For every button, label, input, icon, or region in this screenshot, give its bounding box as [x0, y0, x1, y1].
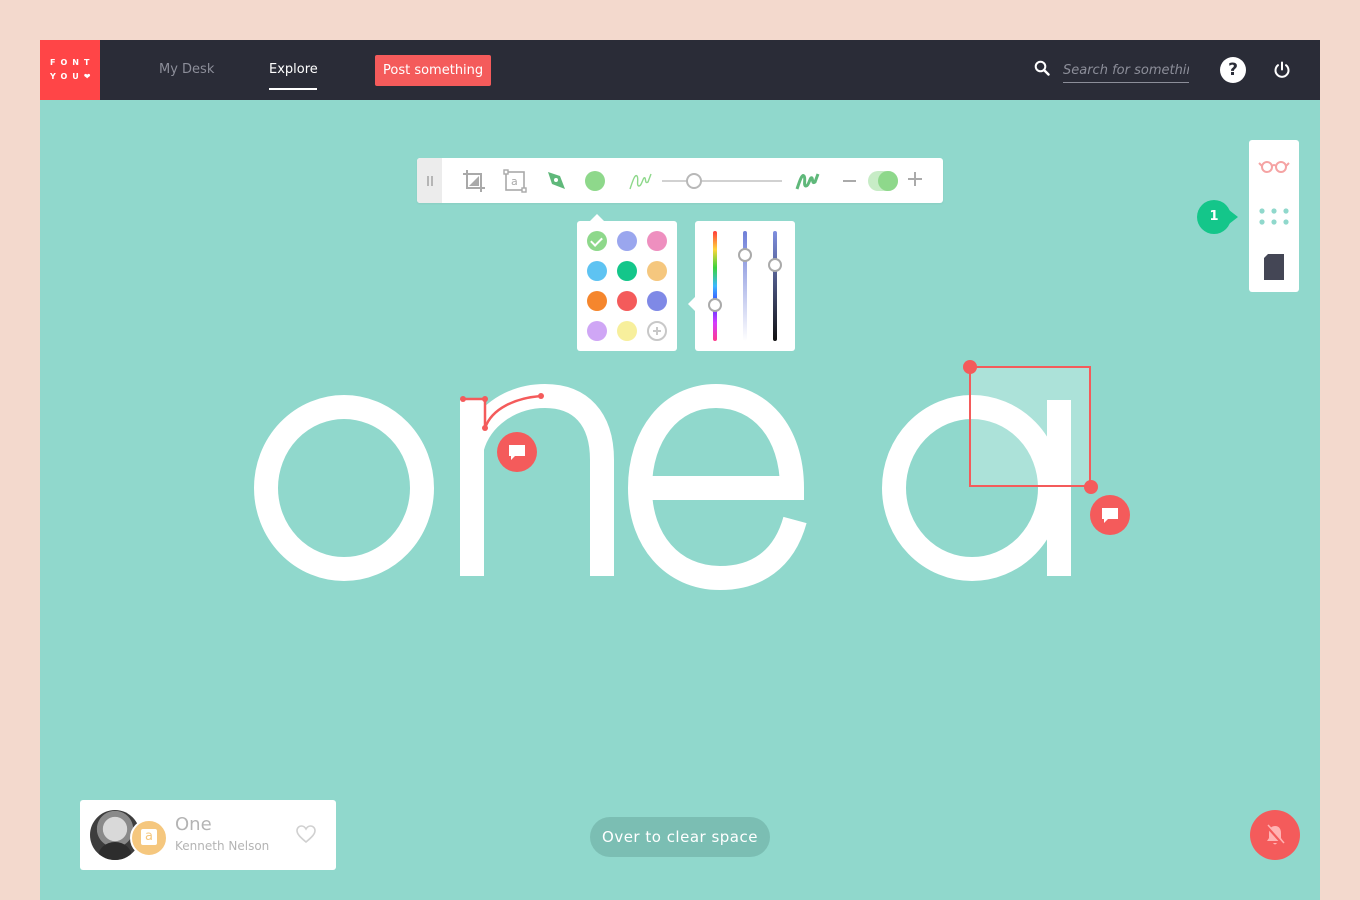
color-swatch-sky[interactable]: [587, 261, 607, 281]
zoom-minus-button[interactable]: [843, 180, 856, 182]
current-color-swatch[interactable]: [585, 171, 605, 191]
bezier-handle-point[interactable]: [482, 396, 488, 402]
glyph-e[interactable]: [627, 383, 807, 591]
nav-my-desk[interactable]: My Desk: [159, 62, 214, 77]
glyph-chip: a: [130, 819, 168, 857]
logo-line-1: FONT: [50, 58, 95, 67]
card-title: One: [175, 814, 212, 835]
brush-size-track[interactable]: [662, 180, 782, 182]
selection-box[interactable]: [969, 366, 1091, 487]
comment-icon: [1102, 508, 1118, 523]
glyph-o[interactable]: [254, 395, 434, 581]
mute-notifications-button[interactable]: [1250, 810, 1300, 860]
hue-slider[interactable]: [713, 231, 717, 341]
pen-tool-icon[interactable]: [544, 168, 570, 194]
thin-brush-icon[interactable]: [627, 168, 653, 194]
document-icon[interactable]: [1258, 252, 1290, 282]
grid-dots-icon[interactable]: [1258, 201, 1290, 231]
color-swatch-lavender[interactable]: [587, 321, 607, 341]
color-swatch-red[interactable]: [617, 291, 637, 311]
crop-icon[interactable]: [461, 168, 487, 194]
lightness-slider-thumb[interactable]: [738, 248, 752, 262]
glasses-icon[interactable]: [1258, 152, 1290, 182]
selection-handle-top-left[interactable]: [963, 360, 977, 374]
color-swatch-yellow[interactable]: [617, 321, 637, 341]
color-swatch-emerald[interactable]: [617, 261, 637, 281]
sliders-pointer: [688, 297, 695, 311]
glyph-canvas[interactable]: [40, 100, 1320, 800]
glyph-card[interactable]: a One Kenneth Nelson: [80, 800, 336, 870]
notification-badge: 1: [1197, 200, 1238, 234]
glyph-chip-letter: a: [141, 829, 157, 845]
toolbar-drag-handle[interactable]: [417, 158, 442, 203]
top-bar: FONT YOU❤ My Desk Explore Post something…: [40, 40, 1320, 100]
selection-handle-bottom-right[interactable]: [1084, 480, 1098, 494]
search-input[interactable]: [1063, 58, 1189, 83]
bell-off-icon: [1265, 824, 1285, 845]
thick-brush-icon[interactable]: [794, 168, 820, 194]
color-swatch-blue[interactable]: [647, 291, 667, 311]
search-icon[interactable]: [1034, 60, 1050, 76]
darkness-slider-thumb[interactable]: [768, 258, 782, 272]
color-sliders: [695, 221, 795, 351]
bezier-anchor-point[interactable]: [538, 393, 544, 399]
color-swatch-orange[interactable]: [587, 291, 607, 311]
zoom-plus-button[interactable]: [908, 172, 922, 186]
color-palette: [577, 221, 677, 351]
comment-button[interactable]: [1090, 495, 1130, 535]
palette-pointer: [590, 214, 604, 221]
post-something-button[interactable]: Post something: [375, 55, 492, 86]
color-swatch-peach[interactable]: [647, 261, 667, 281]
text-box-icon[interactable]: a: [502, 168, 528, 194]
bezier-anchor-point[interactable]: [482, 425, 488, 431]
hue-slider-thumb[interactable]: [708, 298, 722, 312]
comment-button[interactable]: [497, 432, 537, 472]
nav-explore[interactable]: Explore: [269, 62, 318, 77]
color-swatch-pink[interactable]: [647, 231, 667, 251]
darkness-slider[interactable]: [773, 231, 777, 341]
glyph-n[interactable]: [460, 383, 614, 576]
svg-text:a: a: [511, 175, 518, 188]
card-author[interactable]: Kenneth Nelson: [175, 839, 269, 853]
clear-space-drop-zone[interactable]: Over to clear space: [590, 817, 770, 857]
toggle-switch[interactable]: [868, 171, 898, 191]
bezier-handle-point[interactable]: [460, 396, 466, 402]
heart-icon[interactable]: [295, 824, 317, 844]
logo-line-2: YOU❤: [50, 72, 96, 81]
power-icon[interactable]: [1273, 61, 1291, 79]
nav-active-indicator: [269, 88, 317, 90]
color-swatch-periwinkle[interactable]: [617, 231, 637, 251]
toggle-knob: [878, 171, 898, 191]
logo[interactable]: FONT YOU❤: [40, 40, 100, 100]
comment-icon: [509, 445, 525, 460]
color-swatch-green-selected[interactable]: [587, 231, 607, 251]
add-color-icon[interactable]: [647, 321, 667, 341]
brush-size-thumb[interactable]: [686, 173, 702, 189]
editing-toolbar: a: [417, 158, 943, 203]
view-panel: [1249, 140, 1299, 292]
help-icon[interactable]: ?: [1220, 57, 1246, 83]
app-window: FONT YOU❤ My Desk Explore Post something…: [40, 40, 1320, 900]
